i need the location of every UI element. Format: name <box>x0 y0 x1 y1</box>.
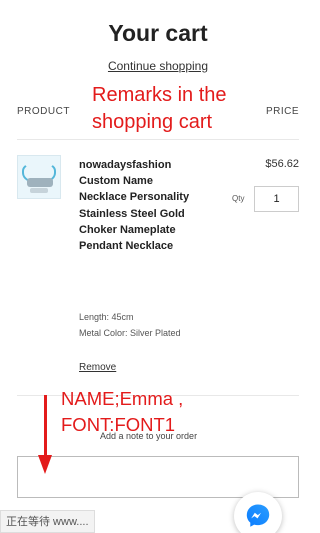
header-divider <box>17 139 299 140</box>
messenger-icon <box>246 504 270 527</box>
pendant-shape <box>30 188 48 193</box>
product-thumbnail[interactable] <box>17 155 61 199</box>
remarks-annotation: Remarks in the shopping cart <box>92 84 227 133</box>
product-options: Length: 45cm Metal Color: Silver Plated <box>79 310 199 341</box>
remove-item-link[interactable]: Remove <box>79 362 116 373</box>
personalization-annotation: NAME;Emma , FONT:FONT1 <box>61 388 184 435</box>
arrow-down-icon <box>44 395 47 457</box>
nameplate-shape <box>27 178 53 187</box>
item-price: $56.62 <box>265 158 299 170</box>
product-name-link[interactable]: nowadaysfashion Custom Name Necklace Per… <box>79 157 199 254</box>
quantity-input[interactable] <box>254 186 299 212</box>
product-length: Length: 45cm <box>79 312 134 322</box>
price-column-header: PRICE <box>265 106 299 117</box>
product-column-header: PRODUCT <box>17 106 70 117</box>
loading-status-bar: 正在等待 www.... <box>0 510 95 533</box>
messenger-chat-button[interactable] <box>234 492 282 533</box>
quantity-label: Qty <box>232 194 245 203</box>
continue-shopping-link[interactable]: Continue shopping <box>108 59 208 73</box>
page-title: Your cart <box>108 20 208 46</box>
continue-shopping-link-wrapper: Continue shopping <box>0 59 316 73</box>
arrow-head-icon <box>38 455 52 474</box>
product-metal-color: Metal Color: Silver Plated <box>79 327 181 338</box>
